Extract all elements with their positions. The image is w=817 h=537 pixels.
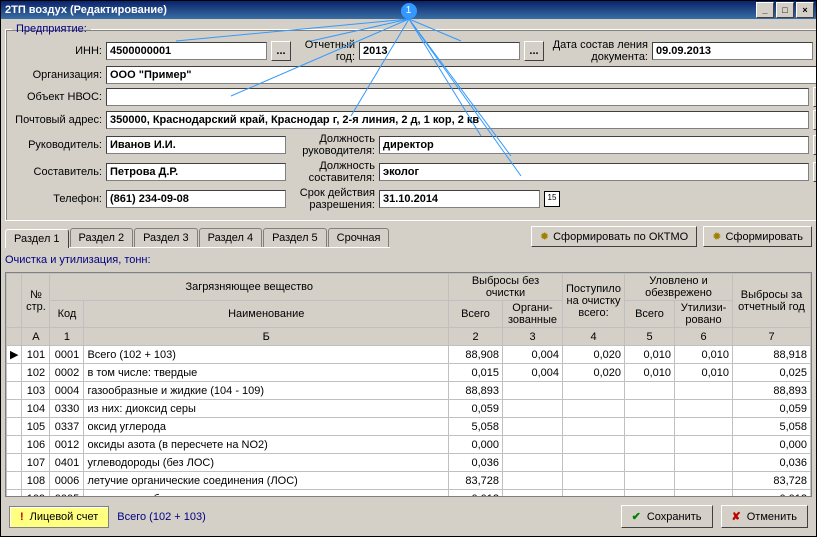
table-row[interactable]: 1090005прочие газообразные и жидкие0,012…	[7, 490, 811, 498]
check-icon: ✔	[632, 510, 641, 523]
table-row[interactable]: ▶1010001Всего (102 + 103)88,9080,0040,02…	[7, 346, 811, 364]
form-oktmo-button[interactable]: ✹ Сформировать по ОКТМО	[531, 226, 697, 247]
section-subtitle: Очистка и утилизация, тонн:	[5, 254, 812, 266]
gear-icon: ✹	[712, 230, 721, 243]
cancel-button[interactable]: ✘ Отменить	[721, 505, 808, 528]
headpos-label: Должность руководителя:	[290, 133, 375, 157]
col-pollutant: Загрязняющее вещество	[50, 274, 449, 301]
table-row[interactable]: 1030004газообразные и жидкие (104 - 109)…	[7, 382, 811, 400]
annotation-badge: 1	[401, 3, 417, 19]
form-label: Сформировать	[725, 231, 803, 243]
maximize-button[interactable]: □	[776, 2, 794, 18]
year-input[interactable]	[359, 42, 520, 60]
comppos-input[interactable]	[379, 163, 809, 181]
comppos-lookup-button[interactable]: ...	[813, 162, 816, 182]
form-button[interactable]: ✹ Сформировать	[703, 226, 812, 247]
addr-lookup-button[interactable]: ...	[813, 110, 816, 130]
inn-label: ИНН:	[12, 45, 102, 57]
comp-input[interactable]	[106, 163, 286, 181]
headpos-input[interactable]	[379, 136, 809, 154]
table-row[interactable]: 1070401углеводороды (без ЛОС)0,0360,036	[7, 454, 811, 472]
nvos-label: Объект НВОС:	[12, 91, 102, 103]
close-button[interactable]: ×	[796, 2, 814, 18]
head-input[interactable]	[106, 136, 286, 154]
col-toclean: Поступило на очистку всего:	[563, 274, 625, 328]
permexp-label: Срок действия разрешения:	[290, 187, 375, 211]
cancel-label: Отменить	[747, 511, 797, 523]
enterprise-group: Предприятие: ИНН: ... Отчетный год: ... …	[5, 23, 816, 221]
minimize-button[interactable]: _	[756, 2, 774, 18]
docdate-input[interactable]	[652, 42, 813, 60]
exclamation-icon: !	[20, 511, 24, 523]
org-label: Организация:	[12, 69, 102, 81]
tab-2[interactable]: Раздел 3	[134, 228, 198, 247]
save-label: Сохранить	[647, 511, 702, 523]
comp-label: Составитель:	[12, 166, 102, 178]
enterprise-legend: Предприятие:	[12, 23, 91, 35]
col-captured: Уловлено и обезврежено	[625, 274, 733, 301]
year-label: Отчетный год:	[295, 39, 355, 63]
col-total1: Всего	[449, 301, 503, 328]
table-row[interactable]: 1080006летучие органические соединения (…	[7, 472, 811, 490]
phone-input[interactable]	[106, 190, 286, 208]
footer-hint: Всего (102 + 103)	[117, 511, 205, 523]
phone-label: Телефон:	[12, 193, 102, 205]
col-yearemit: Выбросы за отчетный год	[733, 274, 811, 328]
gear-icon: ✹	[540, 230, 549, 243]
col-code: Код	[50, 301, 84, 328]
year-lookup-button[interactable]: ...	[524, 41, 544, 61]
permexp-calendar-icon[interactable]: 15	[544, 191, 560, 207]
col-name: Наименование	[84, 301, 449, 328]
inn-input[interactable]	[106, 42, 267, 60]
addr-label: Почтовый адрес:	[12, 114, 102, 126]
col-utilized: Утилизи- ровано	[675, 301, 733, 328]
tab-0[interactable]: Раздел 1	[5, 229, 69, 248]
table-row[interactable]: 1050337оксид углерода5,0585,058	[7, 418, 811, 436]
col-rownum: № стр.	[22, 274, 50, 328]
tab-4[interactable]: Раздел 5	[263, 228, 327, 247]
save-button[interactable]: ✔ Сохранить	[621, 505, 713, 528]
headpos-lookup-button[interactable]: ...	[813, 135, 816, 155]
tabs: Раздел 1Раздел 2Раздел 3Раздел 4Раздел 5…	[5, 225, 390, 248]
col-noclean: Выбросы без очистки	[449, 274, 563, 301]
tab-5[interactable]: Срочная	[328, 228, 390, 247]
table-row[interactable]: 1060012оксиды азота (в пересчете на NO2)…	[7, 436, 811, 454]
table-row[interactable]: 1020002в том числе: твердые0,0150,0040,0…	[7, 364, 811, 382]
comppos-label: Должность составителя:	[290, 160, 375, 184]
docdate-label: Дата состав ления документа:	[548, 39, 648, 63]
nvos-lookup-button[interactable]: ...	[813, 87, 816, 107]
col-total2: Всего	[625, 301, 675, 328]
permexp-input[interactable]	[379, 190, 540, 208]
window-title: 2ТП воздух (Редактирование)	[3, 4, 754, 16]
cross-icon: ✘	[732, 510, 741, 523]
col-organized: Органи- зованные	[503, 301, 563, 328]
nvos-input[interactable]	[106, 88, 809, 106]
head-label: Руководитель:	[12, 139, 102, 151]
data-grid[interactable]: № стр. Загрязняющее вещество Выбросы без…	[5, 272, 812, 497]
inn-lookup-button[interactable]: ...	[271, 41, 291, 61]
addr-input[interactable]	[106, 111, 809, 129]
table-row[interactable]: 1040330из них: диоксид серы0,0590,059	[7, 400, 811, 418]
form-oktmo-label: Сформировать по ОКТМО	[553, 231, 688, 243]
tab-1[interactable]: Раздел 2	[70, 228, 134, 247]
org-input[interactable]	[106, 66, 816, 84]
tab-3[interactable]: Раздел 4	[199, 228, 263, 247]
account-label: Лицевой счет	[30, 511, 99, 523]
account-button[interactable]: ! Лицевой счет	[9, 506, 109, 528]
